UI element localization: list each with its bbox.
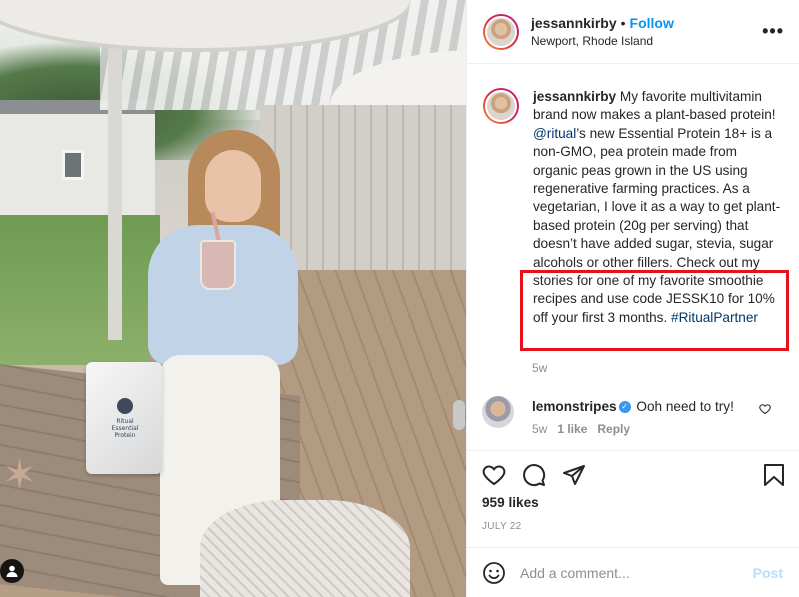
comment-time-ago[interactable]: 5w: [532, 422, 547, 436]
caption-avatar[interactable]: [483, 88, 519, 124]
caption-text: jessannkirby My favorite multivitamin br…: [533, 88, 783, 327]
likes-count[interactable]: 959 likes: [482, 495, 539, 510]
caption-username[interactable]: jessannkirby: [533, 89, 616, 104]
separator-dot: •: [620, 14, 626, 31]
post-caption: jessannkirby My favorite multivitamin br…: [483, 88, 783, 327]
action-icons: [482, 463, 586, 487]
photo-product-label: Ritual Essential Protein: [111, 418, 139, 439]
add-comment-bar: Post: [466, 547, 799, 597]
caption-time-ago[interactable]: 5w: [532, 361, 547, 375]
more-options-icon[interactable]: •••: [762, 22, 784, 40]
follow-button[interactable]: Follow: [630, 15, 674, 31]
post-photo[interactable]: Ritual Essential Protein ✶: [0, 0, 466, 597]
comment-item: lemonstripes ✓ Ooh need to try! 5w 1 like R…: [482, 396, 792, 436]
emoji-smile-icon[interactable]: [482, 561, 506, 585]
comment-likes-count[interactable]: 1 like: [557, 422, 587, 436]
photo-shed-window: [62, 150, 84, 180]
post-date[interactable]: JULY 22: [482, 521, 522, 532]
verified-badge-icon: ✓: [618, 401, 631, 414]
author-info: jessannkirby • Follow Newport, Rhode Islan…: [531, 14, 674, 50]
commenter-avatar[interactable]: [482, 396, 514, 428]
comment-like-heart-icon[interactable]: [759, 402, 771, 418]
caption-body: jessannkirby My favorite multivitamin br…: [533, 88, 783, 327]
comment-line: lemonstripes ✓ Ooh need to try!: [532, 396, 734, 418]
like-heart-icon[interactable]: [482, 463, 506, 487]
share-plane-icon[interactable]: [562, 463, 586, 487]
save-bookmark-icon[interactable]: [763, 463, 785, 487]
post-comment-button[interactable]: Post: [753, 565, 783, 581]
post-location[interactable]: Newport, Rhode Island: [531, 32, 674, 50]
caption-hashtag-link[interactable]: #RitualPartner: [671, 310, 758, 325]
instagram-post: Ritual Essential Protein ✶ jessannkirby •…: [0, 0, 799, 597]
photo-grass: [0, 215, 160, 365]
comment-bubble-icon[interactable]: [522, 463, 546, 487]
comment-meta: 5w 1 like Reply: [532, 422, 734, 436]
caption-mention-link[interactable]: @ritual: [533, 126, 576, 141]
comment-text: Ooh need to try!: [636, 399, 734, 414]
comment-body: lemonstripes ✓ Ooh need to try! 5w 1 like R…: [532, 396, 734, 436]
author-username[interactable]: jessannkirby: [531, 15, 617, 31]
post-header: jessannkirby • Follow Newport, Rhode Islan…: [467, 0, 799, 64]
photo-chair: [200, 500, 410, 597]
author-avatar[interactable]: [483, 13, 519, 50]
photo-cup: [200, 240, 236, 290]
comment-reply-button[interactable]: Reply: [597, 422, 630, 436]
photo-post-beam: [108, 40, 122, 340]
comments-scrollbar[interactable]: [453, 400, 465, 430]
commenter-username[interactable]: lemonstripes: [532, 399, 617, 414]
photo-starfish: ✶: [2, 451, 38, 498]
caption-text-part2: ’s new Essential Protein 18+ is a non-GM…: [533, 125, 781, 325]
user-tag-icon[interactable]: [0, 559, 24, 583]
add-comment-input[interactable]: [520, 564, 753, 581]
photo-product-logo: [117, 398, 133, 414]
